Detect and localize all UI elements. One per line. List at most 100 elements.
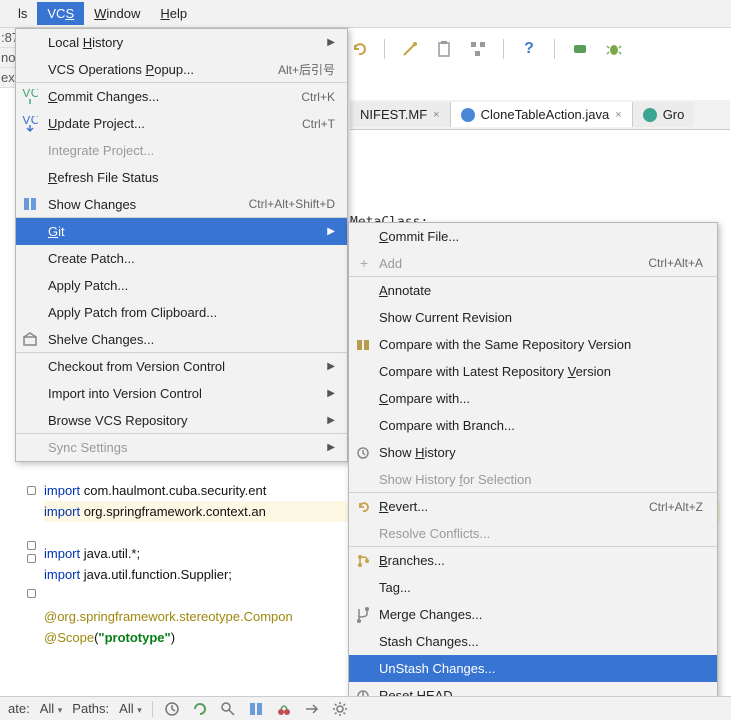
menu-item-label: Resolve Conflicts... [379,526,490,541]
menu-item-apply-clip[interactable]: Apply Patch from Clipboard... [16,299,347,326]
status-ate: ate: [8,701,30,716]
class-icon [461,108,475,122]
chevron-right-icon: ▶ [327,37,335,48]
menu-item-vcs-ops[interactable]: VCS Operations Popup...Alt+后引号 [16,56,347,83]
chevron-right-icon: ▶ [327,415,335,426]
submenu-item-cmp-branch[interactable]: Compare with Branch... [349,412,717,439]
shortcut-label: Ctrl+Alt+Shift+D [249,197,335,211]
menu-item-refresh[interactable]: Refresh File Status [16,164,347,191]
submenu-item-tag[interactable]: Tag... [349,574,717,601]
structure-icon[interactable] [469,40,487,58]
shortcut-label: Ctrl+Alt+Z [649,500,703,514]
branch-icon [355,553,373,569]
status-paths-all[interactable]: All ▾ [119,701,142,716]
shortcut-label: Ctrl+Alt+A [648,256,703,270]
menu-item-update[interactable]: VCSUpdate Project...Ctrl+T [16,110,347,137]
menu-item-git[interactable]: Git▶ [16,218,347,245]
chevron-right-icon: ▶ [327,388,335,399]
debug-icon[interactable] [571,40,589,58]
menu-item-label: Commit File... [379,229,459,244]
menu-item-integrate: Integrate Project... [16,137,347,164]
menu-item-label: Show Current Revision [379,310,512,325]
undo-icon[interactable] [350,40,368,58]
wand-icon[interactable] [401,40,419,58]
menu-item-create-patch[interactable]: Create Patch... [16,245,347,272]
submenu-item-commit-file[interactable]: Commit File... [349,223,717,250]
tab-manifest[interactable]: NIFEST.MF × [350,102,451,127]
gear-icon[interactable] [331,700,349,718]
menu-item-label: Compare with Branch... [379,418,515,433]
tab-clone-table-action[interactable]: CloneTableAction.java × [451,102,633,127]
shortcut-label: Ctrl+K [301,90,335,104]
submenu-item-cmp-same[interactable]: Compare with the Same Repository Version [349,331,717,358]
clipboard-icon[interactable] [435,40,453,58]
menu-item-label: Integrate Project... [48,143,154,158]
submenu-item-unstash[interactable]: UnStash Changes... [349,655,717,682]
status-filter-all[interactable]: All ▾ [40,701,63,716]
bug-icon[interactable] [605,40,623,58]
vcs-dropdown-menu: Local History▶VCS Operations Popup...Alt… [15,28,348,462]
menu-ls[interactable]: ls [8,2,37,25]
menu-item-shelve[interactable]: Shelve Changes... [16,326,347,353]
menu-item-label: Import into Version Control [48,386,202,401]
menu-item-label: Checkout from Version Control [48,359,225,374]
menu-item-label: Apply Patch from Clipboard... [48,305,217,320]
menu-item-label: Show History [379,445,456,460]
menu-item-label: Browse VCS Repository [48,413,187,428]
menu-item-browse-repo[interactable]: Browse VCS Repository ▶ [16,407,347,434]
menu-item-commit[interactable]: VCSCommit Changes...Ctrl+K [16,83,347,110]
submenu-item-annotate[interactable]: Annotate [349,277,717,304]
submenu-item-cmp-latest[interactable]: Compare with Latest Repository Version [349,358,717,385]
git-submenu: Commit File... +AddCtrl+Alt+AAnnotate Show… [348,222,718,710]
search-icon[interactable] [219,700,237,718]
menu-window[interactable]: Window [84,2,150,25]
plus-icon: + [355,255,373,271]
menu-item-label: Compare with the Same Repository Version [379,337,631,352]
submenu-item-show-hist[interactable]: Show History [349,439,717,466]
history-icon[interactable] [163,700,181,718]
menu-item-label: Revert... [379,499,428,514]
menu-item-import-vc[interactable]: Import into Version Control ▶ [16,380,347,407]
status-bar: ate: All ▾ Paths: All ▾ [0,696,731,720]
cherry-icon[interactable] [275,700,293,718]
diff-icon [22,196,40,212]
class-icon [643,108,657,122]
menu-item-label: Shelve Changes... [48,332,154,347]
menu-item-label: Merge Changes... [379,607,482,622]
menu-help[interactable]: Help [150,2,197,25]
shelve-icon [22,331,40,347]
submenu-item-branches[interactable]: Branches... [349,547,717,574]
close-icon[interactable]: × [615,109,621,121]
menu-item-label: UnStash Changes... [379,661,495,676]
refresh-icon[interactable] [191,700,209,718]
menu-item-label: Compare with... [379,391,470,406]
menu-item-apply-patch[interactable]: Apply Patch... [16,272,347,299]
submenu-item-merge[interactable]: Merge Changes... [349,601,717,628]
help-icon[interactable]: ? [520,40,538,58]
menu-item-local-history[interactable]: Local History▶ [16,29,347,56]
chevron-right-icon: ▶ [327,442,335,453]
history-icon [355,445,373,461]
submenu-item-add: +AddCtrl+Alt+A [349,250,717,277]
menu-item-label: Stash Changes... [379,634,479,649]
chevron-right-icon: ▶ [327,361,335,372]
menu-item-label: Show History for Selection [379,472,531,487]
menu-item-label: Tag... [379,580,411,595]
diff-icon[interactable] [247,700,265,718]
submenu-item-stash[interactable]: Stash Changes... [349,628,717,655]
shortcut-label: Alt+后引号 [278,61,335,78]
toolbar: ? [350,32,623,66]
submenu-item-revert[interactable]: Revert... Ctrl+Alt+Z [349,493,717,520]
revert-icon [355,499,373,515]
compare-icon [355,337,373,353]
menu-item-show-changes[interactable]: Show ChangesCtrl+Alt+Shift+D [16,191,347,218]
menu-item-label: Apply Patch... [48,278,128,293]
menu-item-checkout[interactable]: Checkout from Version Control ▶ [16,353,347,380]
submenu-item-cmp-with[interactable]: Compare with... [349,385,717,412]
tab-label: CloneTableAction.java [481,107,610,122]
menu-vcs[interactable]: VCS [37,2,84,25]
close-icon[interactable]: × [433,109,439,121]
submenu-item-show-current[interactable]: Show Current Revision [349,304,717,331]
tab-groovy[interactable]: Gro [633,102,695,127]
goto-icon[interactable] [303,700,321,718]
